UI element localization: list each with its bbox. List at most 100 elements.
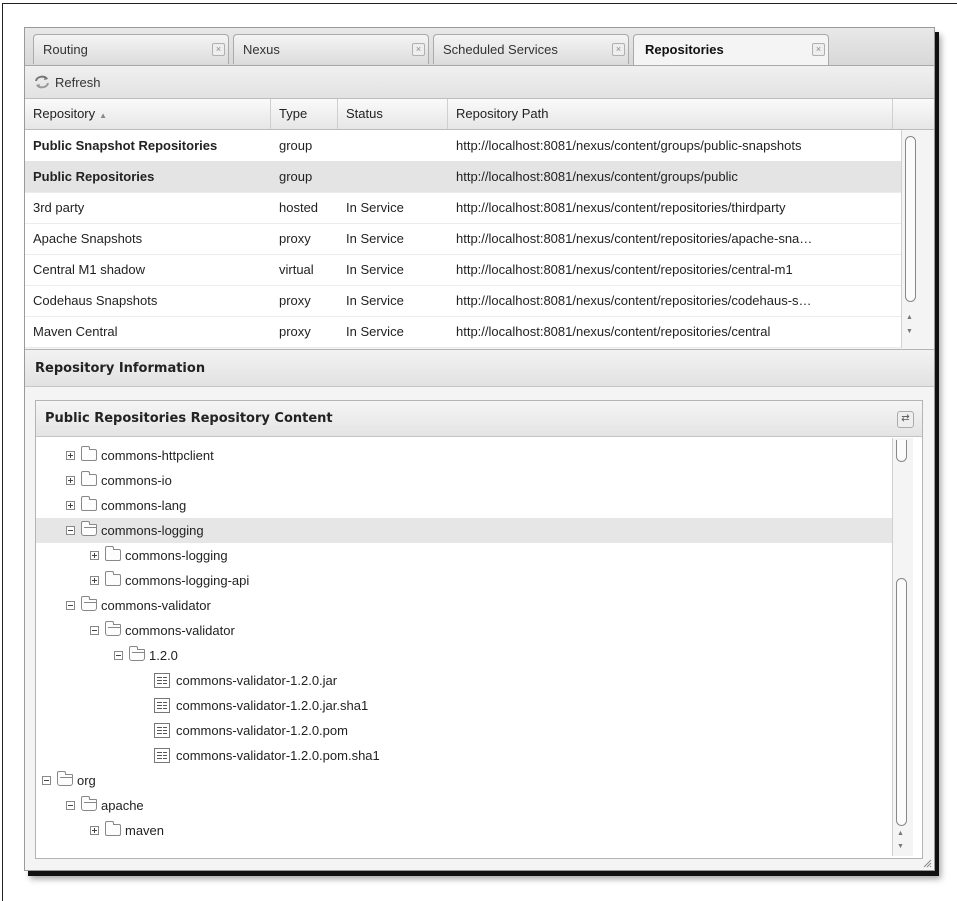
collapse-icon[interactable] xyxy=(114,651,123,660)
tab-repositories[interactable]: Repositories × xyxy=(633,34,829,65)
collapse-icon[interactable] xyxy=(90,626,99,635)
table-row[interactable]: Public Snapshot Repositories group http:… xyxy=(25,130,901,162)
repository-information-header: Repository Information xyxy=(25,349,934,387)
tree-node-label: commons-httpclient xyxy=(101,448,214,463)
tree-node-label: commons-validator-1.2.0.jar xyxy=(176,673,338,688)
column-header-type[interactable]: Type xyxy=(271,99,338,129)
folder-icon xyxy=(81,471,97,486)
cell-repository: Public Repositories xyxy=(33,169,155,184)
tree-node[interactable]: commons-validator-1.2.0.pom.sha1 xyxy=(36,743,892,768)
tree-node[interactable]: commons-validator-1.2.0.pom xyxy=(36,718,892,743)
tree-node[interactable]: 1.2.0 xyxy=(36,643,892,668)
expand-icon[interactable] xyxy=(90,551,99,560)
folder-open-icon xyxy=(81,796,97,811)
tree-node[interactable]: commons-logging xyxy=(36,543,892,568)
scrollbar-thumb[interactable] xyxy=(905,136,916,302)
tree-node-label: commons-validator xyxy=(125,623,235,638)
close-icon[interactable]: × xyxy=(812,43,825,56)
scroll-down-icon[interactable]: ▼ xyxy=(906,328,913,335)
table-row[interactable]: Maven Central proxy In Service http://lo… xyxy=(25,316,901,348)
table-row[interactable]: Codehaus Snapshots proxy In Service http… xyxy=(25,285,901,317)
folder-icon xyxy=(105,571,121,586)
page-border-top xyxy=(2,3,957,4)
repository-content-panel: Public Repositories Repository Content ⇄… xyxy=(35,400,923,859)
tab-label: Nexus xyxy=(243,42,280,57)
table-row[interactable]: Apache Snapshots proxy In Service http:/… xyxy=(25,223,901,255)
tree-node-label: commons-lang xyxy=(101,498,187,513)
column-header-label: Repository xyxy=(33,106,96,121)
folder-icon xyxy=(105,821,121,836)
tree-node-label: commons-io xyxy=(101,473,172,488)
tree-node[interactable]: apache xyxy=(36,793,892,818)
tree-node[interactable]: commons-validator xyxy=(36,618,892,643)
close-icon[interactable]: × xyxy=(412,43,425,56)
folder-open-icon xyxy=(81,596,97,611)
cell-status xyxy=(338,130,448,161)
scroll-up-icon[interactable]: ▲ xyxy=(906,314,913,321)
refresh-icon[interactable]: ⇄ xyxy=(897,411,914,428)
tree-scrollbar[interactable]: ▲ ▼ xyxy=(892,438,913,856)
tab-scheduled-services[interactable]: Scheduled Services × xyxy=(433,34,629,64)
tree-node-label: maven xyxy=(125,823,165,838)
cell-type: group xyxy=(279,169,313,184)
expand-icon[interactable] xyxy=(66,451,75,460)
panel-title: Public Repositories Repository Content xyxy=(45,411,333,426)
resize-grip-icon[interactable] xyxy=(922,858,932,868)
refresh-button[interactable]: Refresh xyxy=(33,72,101,92)
grid-header: Repository ▲ Type Status Repository Path xyxy=(25,99,934,130)
cell-type: proxy xyxy=(279,324,311,339)
tree-node[interactable]: commons-lang xyxy=(36,493,892,518)
file-icon xyxy=(154,698,170,713)
table-row[interactable]: Central M1 shadow virtual In Service htt… xyxy=(25,254,901,286)
table-row[interactable]: 3rd party hosted In Service http://local… xyxy=(25,192,901,224)
tree-node-label: commons-validator xyxy=(101,598,211,613)
collapse-icon[interactable] xyxy=(66,526,75,535)
cell-type: proxy xyxy=(279,293,311,308)
scroll-up-icon[interactable]: ▲ xyxy=(897,830,904,837)
tree-node[interactable]: maven xyxy=(36,818,892,843)
tab-label: Routing xyxy=(43,42,88,57)
expand-icon[interactable] xyxy=(90,826,99,835)
tree-node[interactable]: commons-httpclient xyxy=(36,443,892,468)
repository-grid: Public Snapshot Repositories group http:… xyxy=(25,130,901,348)
tree-node[interactable]: org xyxy=(36,768,892,793)
cell-type: proxy xyxy=(279,231,311,246)
tree-node[interactable]: commons-validator xyxy=(36,593,892,618)
tree-node[interactable]: commons-io xyxy=(36,468,892,493)
collapse-icon[interactable] xyxy=(66,601,75,610)
table-row[interactable]: Public Repositories group http://localho… xyxy=(25,161,901,193)
collapse-icon[interactable] xyxy=(42,776,51,785)
expand-icon[interactable] xyxy=(66,501,75,510)
column-header-repository[interactable]: Repository ▲ xyxy=(25,99,271,129)
tree-node[interactable]: commons-validator-1.2.0.jar.sha1 xyxy=(36,693,892,718)
column-header-status[interactable]: Status xyxy=(338,99,448,129)
scroll-down-icon[interactable]: ▼ xyxy=(897,843,904,850)
cell-status: In Service xyxy=(346,324,404,339)
column-header-repository-path[interactable]: Repository Path xyxy=(448,99,893,129)
grid-scrollbar[interactable]: ▲ ▼ xyxy=(901,130,922,348)
scrollbar-thumb[interactable] xyxy=(896,578,907,826)
tab-routing[interactable]: Routing × xyxy=(33,34,229,64)
cell-path: http://localhost:8081/nexus/content/repo… xyxy=(456,262,793,277)
cell-path: http://localhost:8081/nexus/content/repo… xyxy=(456,200,786,215)
cell-path: http://localhost:8081/nexus/content/repo… xyxy=(456,293,812,308)
tree-node[interactable]: commons-logging-api xyxy=(36,568,892,593)
cell-type: hosted xyxy=(279,200,319,215)
expand-icon[interactable] xyxy=(66,476,75,485)
sort-asc-icon: ▲ xyxy=(99,111,108,120)
tree-node[interactable]: commons-validator-1.2.0.jar xyxy=(36,668,892,693)
toolbar: Refresh xyxy=(25,66,934,99)
tab-label: Scheduled Services xyxy=(443,42,558,57)
close-icon[interactable]: × xyxy=(612,43,625,56)
collapse-icon[interactable] xyxy=(66,801,75,810)
tree-node-label: 1.2.0 xyxy=(149,648,178,663)
expand-icon[interactable] xyxy=(90,576,99,585)
tree-node[interactable]: commons-logging xyxy=(36,518,892,543)
repository-tree: commons-httpclient commons-io commons-la… xyxy=(36,438,892,856)
cell-path: http://localhost:8081/nexus/content/repo… xyxy=(456,324,771,339)
cell-repository: 3rd party xyxy=(33,200,85,215)
tree-node-label: commons-validator-1.2.0.pom.sha1 xyxy=(176,748,380,763)
tab-nexus[interactable]: Nexus × xyxy=(233,34,429,64)
close-icon[interactable]: × xyxy=(212,43,225,56)
folder-icon xyxy=(105,546,121,561)
